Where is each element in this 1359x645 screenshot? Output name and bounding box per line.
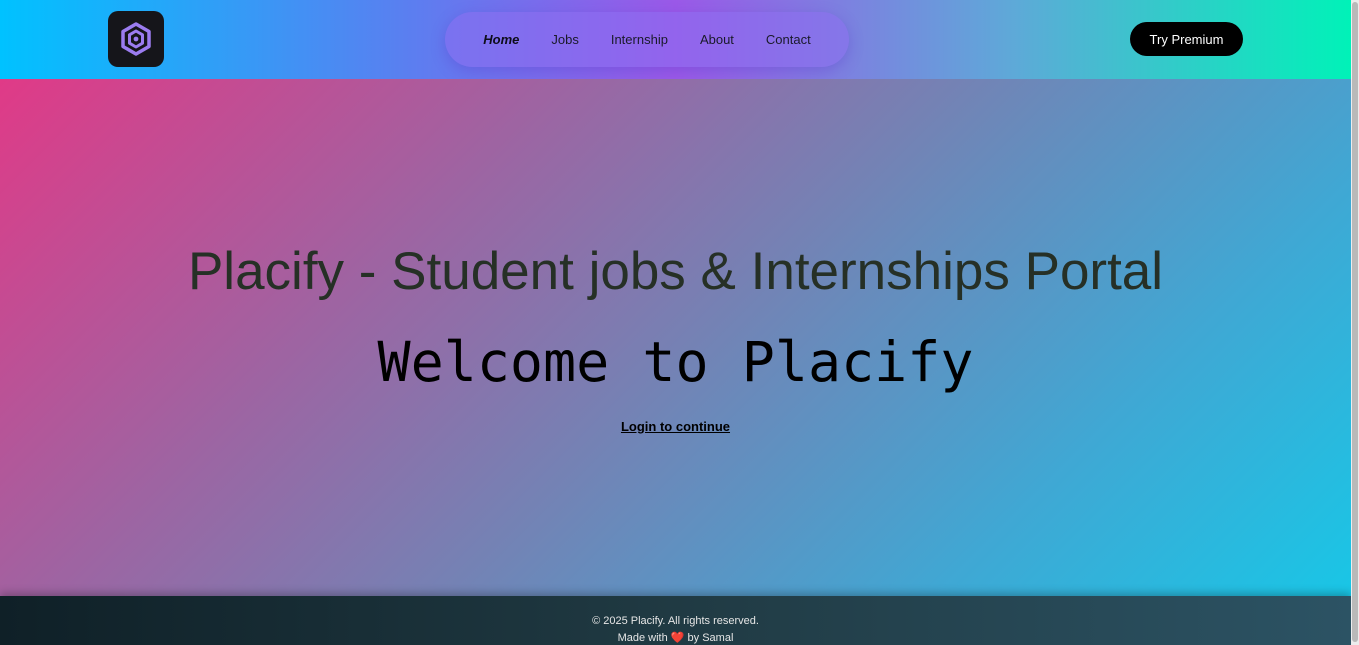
footer: © 2025 Placify. All rights reserved. Mad… [0,596,1351,645]
main-nav: Home Jobs Internship About Contact [445,12,849,67]
scrollbar-thumb[interactable] [1352,2,1358,642]
hero-section: Placify - Student jobs & Internships Por… [0,79,1351,596]
welcome-heading: Welcome to Placify [377,330,974,394]
heart-icon: ❤️ [670,632,685,644]
page: Home Jobs Internship About Contact Try P… [0,0,1359,645]
nav-home-link[interactable]: Home [467,32,535,47]
hero-title: Placify - Student jobs & Internships Por… [187,242,1164,301]
footer-credit: Made with ❤️ by Samal [0,631,1351,644]
footer-made-with: Made with [617,632,668,644]
footer-copyright: © 2025 Placify. All rights reserved. [592,615,759,627]
top-header: Home Jobs Internship About Contact Try P… [0,0,1351,79]
hexagon-logo-icon [121,22,151,56]
nav-contact-link[interactable]: Contact [750,32,827,47]
logo[interactable] [108,11,164,67]
nav-about-link[interactable]: About [684,32,750,47]
login-link[interactable]: Login to continue [621,419,730,434]
vertical-scrollbar[interactable] [1351,0,1359,645]
login-link-wrapper: Login to continue [0,419,1351,434]
try-premium-button[interactable]: Try Premium [1130,22,1243,56]
footer-author: by Samal [687,632,734,644]
nav-jobs-link[interactable]: Jobs [535,32,594,47]
nav-internship-link[interactable]: Internship [595,32,684,47]
